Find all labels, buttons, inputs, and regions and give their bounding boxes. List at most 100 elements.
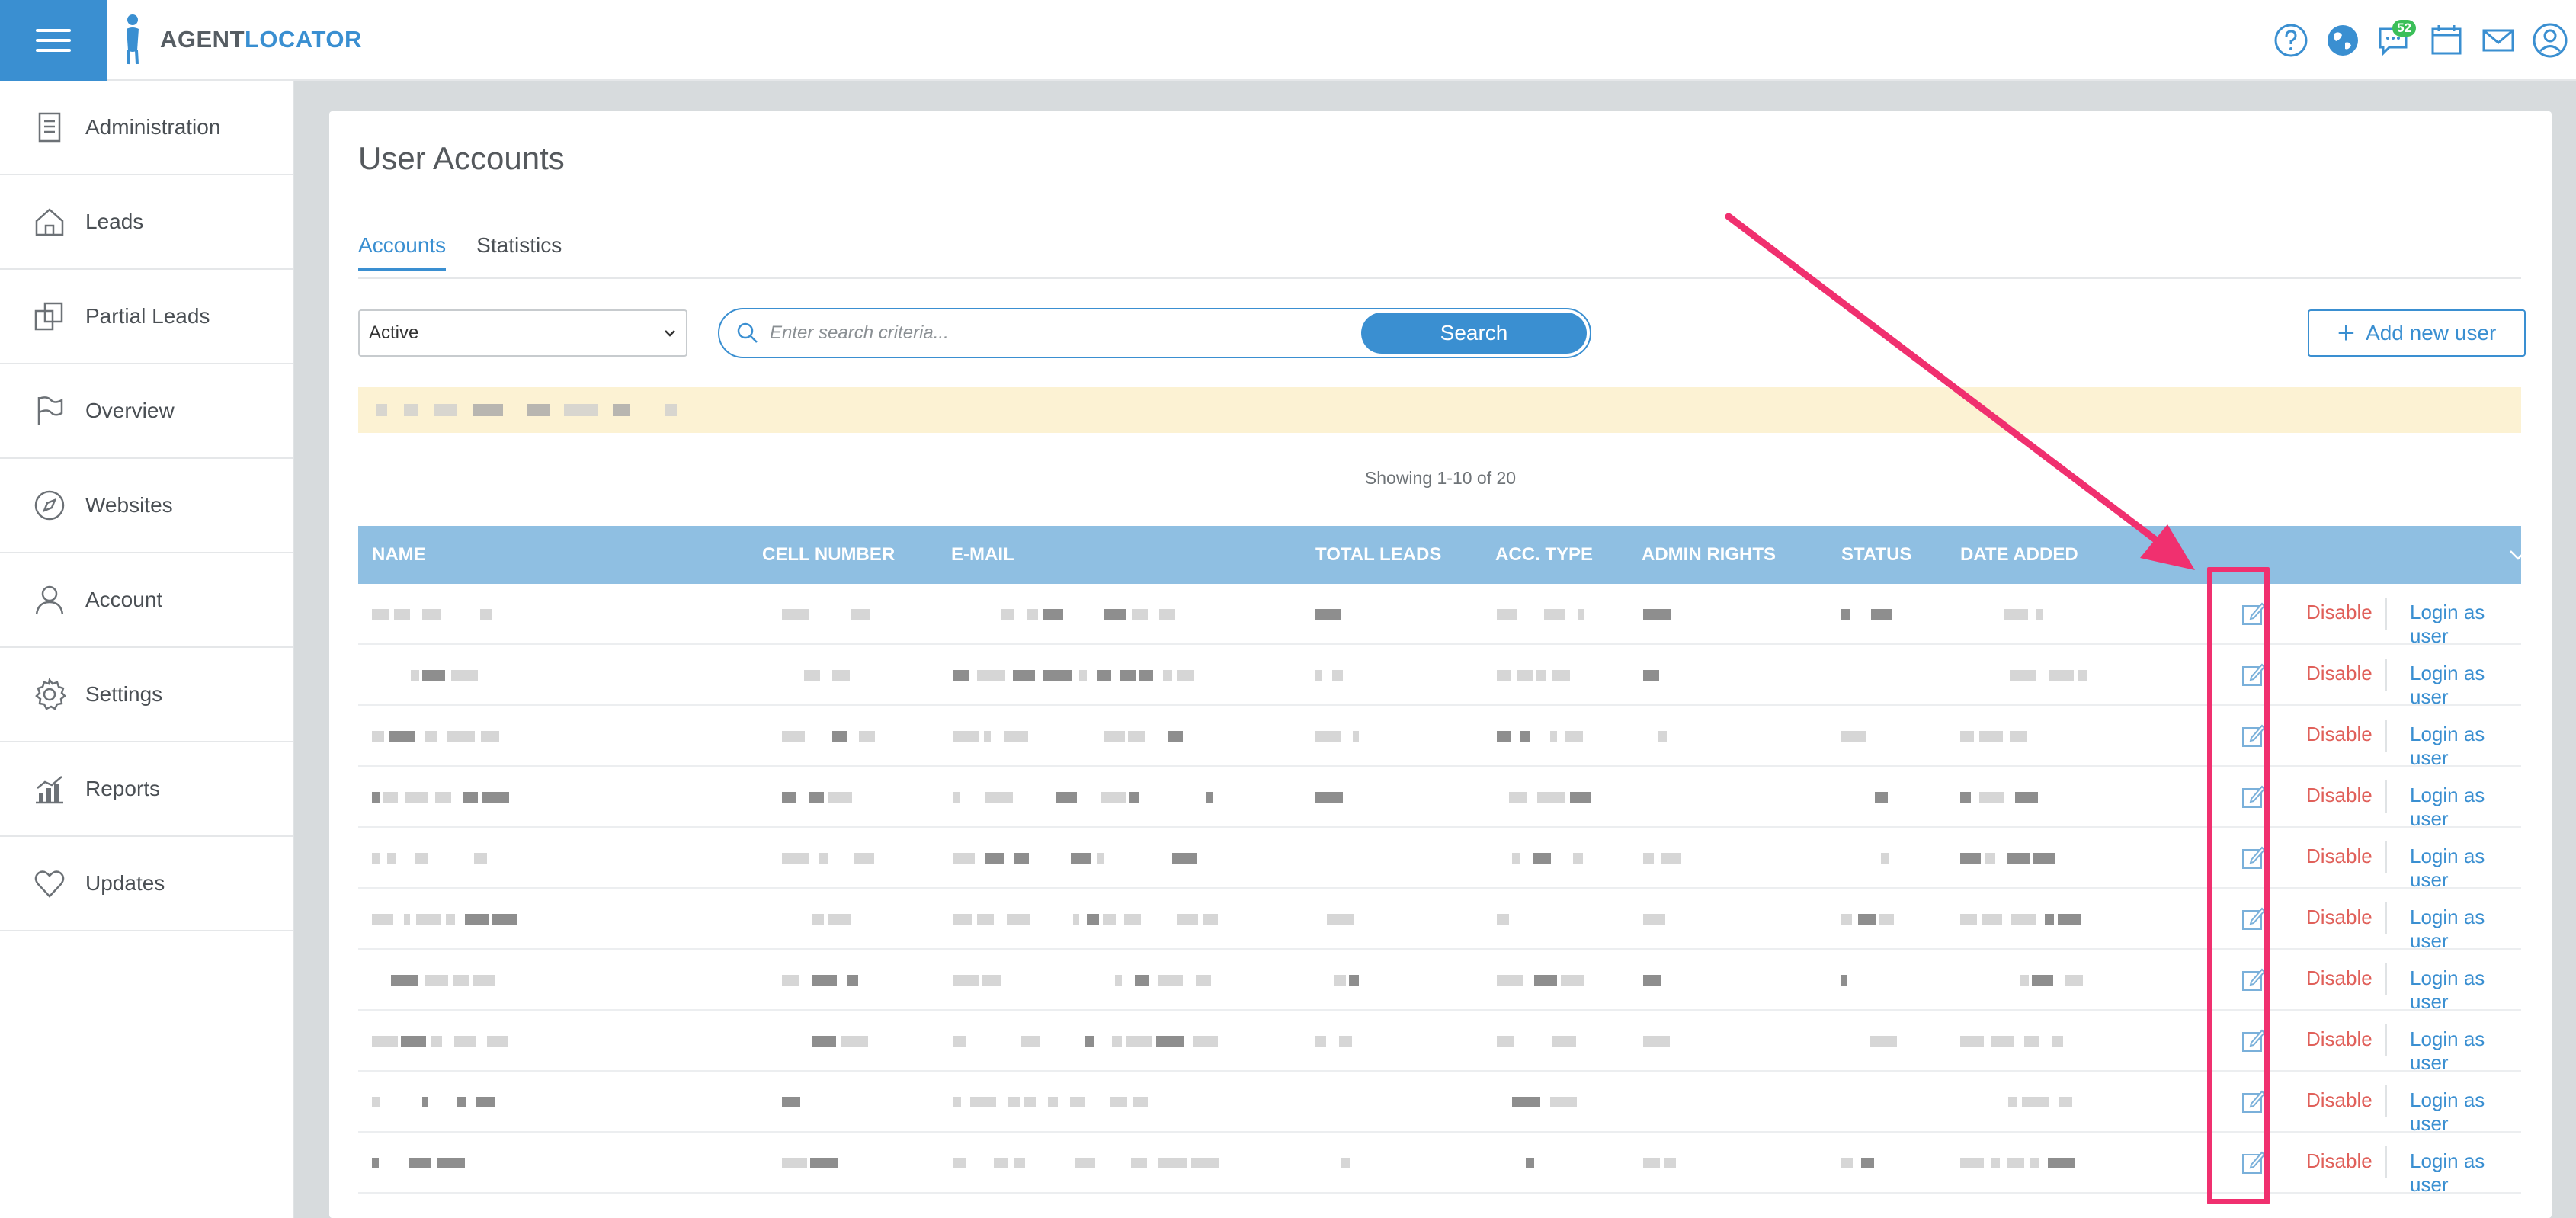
- disable-user-link[interactable]: Disable: [2306, 784, 2373, 807]
- column-header-cell-number[interactable]: CELL NUMBER: [762, 526, 895, 584]
- column-header-total-leads[interactable]: TOTAL LEADS: [1315, 526, 1441, 584]
- edit-icon[interactable]: [2241, 1027, 2267, 1053]
- sidebar-item-partial-leads[interactable]: Partial Leads: [0, 270, 293, 364]
- disable-user-link[interactable]: Disable: [2306, 1149, 2373, 1173]
- edit-icon[interactable]: [2241, 662, 2267, 688]
- login-as-user-link[interactable]: Login as user: [2410, 966, 2521, 1014]
- edit-icon[interactable]: [2241, 723, 2267, 748]
- redacted-cell-text: [1861, 1158, 1874, 1168]
- sidebar-item-settings[interactable]: Settings: [0, 648, 293, 742]
- sidebar-item-leads[interactable]: Leads: [0, 175, 293, 270]
- table-row: Disable Login as user: [358, 584, 2521, 648]
- redacted-cell-text: [1085, 1036, 1094, 1047]
- sidebar-item-overview[interactable]: Overview: [0, 364, 293, 459]
- redacted-text: [376, 404, 387, 416]
- redacted-cell-text: [1043, 609, 1063, 620]
- edit-icon[interactable]: [2241, 845, 2267, 870]
- edit-icon[interactable]: [2241, 966, 2267, 992]
- column-header-email[interactable]: E-MAIL: [951, 526, 1014, 584]
- disable-user-link[interactable]: Disable: [2306, 723, 2373, 746]
- edit-icon[interactable]: [2241, 601, 2267, 627]
- login-as-user-link[interactable]: Login as user: [2410, 723, 2521, 770]
- login-as-user-link[interactable]: Login as user: [2410, 601, 2521, 648]
- redacted-cell-text: [1643, 914, 1665, 925]
- redacted-cell-text: [1112, 1036, 1122, 1047]
- redacted-cell-text: [953, 792, 960, 803]
- disable-user-link[interactable]: Disable: [2306, 601, 2373, 624]
- redacted-cell-text: [1533, 853, 1551, 864]
- login-as-user-link[interactable]: Login as user: [2410, 784, 2521, 831]
- user-profile-icon[interactable]: [2524, 17, 2576, 64]
- disable-user-link[interactable]: Disable: [2306, 966, 2373, 990]
- top-bar: AGENTLOCATOR 52: [0, 0, 2576, 81]
- login-as-user-link[interactable]: Login as user: [2410, 1027, 2521, 1075]
- sidebar-item-administration[interactable]: Administration: [0, 81, 293, 175]
- sidebar-item-label: Settings: [85, 682, 163, 706]
- disable-user-link[interactable]: Disable: [2306, 845, 2373, 868]
- redacted-cell-text: [1875, 792, 1888, 803]
- login-as-user-link[interactable]: Login as user: [2410, 1088, 2521, 1136]
- redacted-text: [473, 404, 503, 416]
- mail-icon[interactable]: [2472, 17, 2524, 64]
- redacted-cell-text: [447, 731, 475, 742]
- redacted-cell-text: [435, 792, 451, 803]
- sidebar-item-account[interactable]: Account: [0, 553, 293, 648]
- column-header-date-added[interactable]: DATE ADDED: [1960, 526, 2078, 584]
- add-new-user-button[interactable]: + Add new user: [2308, 309, 2526, 357]
- column-header-admin-rights[interactable]: ADMIN RIGHTS: [1642, 526, 1776, 584]
- hamburger-menu-button[interactable]: [0, 0, 107, 81]
- login-as-user-link[interactable]: Login as user: [2410, 845, 2521, 892]
- chat-icon[interactable]: 52: [2369, 17, 2421, 64]
- sidebar-item-websites[interactable]: Websites: [0, 459, 293, 553]
- redacted-cell-text: [1327, 914, 1354, 925]
- tab-statistics[interactable]: Statistics: [476, 233, 562, 271]
- redacted-cell-text: [473, 975, 495, 986]
- disable-user-link[interactable]: Disable: [2306, 662, 2373, 685]
- search-button[interactable]: Search: [1361, 313, 1587, 354]
- redacted-cell-text: [415, 853, 428, 864]
- sidebar-item-updates[interactable]: Updates: [0, 837, 293, 931]
- login-as-user-link[interactable]: Login as user: [2410, 1149, 2521, 1197]
- redacted-text: [527, 404, 550, 416]
- redacted-cell-text: [1870, 1036, 1897, 1047]
- redacted-cell-text: [1643, 853, 1654, 864]
- column-header-name[interactable]: NAME: [372, 526, 426, 584]
- redacted-text: [564, 404, 598, 416]
- column-header-status[interactable]: STATUS: [1841, 526, 1911, 584]
- edit-icon[interactable]: [2241, 784, 2267, 809]
- app-logo[interactable]: AGENTLOCATOR: [120, 8, 362, 72]
- redacted-cell-text: [1128, 731, 1145, 742]
- redacted-cell-text: [970, 1097, 996, 1107]
- status-filter-select[interactable]: Active: [358, 309, 687, 357]
- redacted-cell-text: [2007, 853, 2030, 864]
- login-as-user-link[interactable]: Login as user: [2410, 662, 2521, 709]
- redacted-cell-text: [465, 914, 489, 925]
- edit-icon[interactable]: [2241, 1088, 2267, 1114]
- edit-icon[interactable]: [2241, 905, 2267, 931]
- search-input[interactable]: [770, 322, 1349, 344]
- disable-user-link[interactable]: Disable: [2306, 1027, 2373, 1051]
- calendar-icon[interactable]: [2421, 17, 2472, 64]
- redacted-cell-text: [1163, 670, 1172, 681]
- help-icon[interactable]: [2265, 17, 2317, 64]
- redacted-cell-text: [1517, 670, 1533, 681]
- header-icons: 52: [2265, 17, 2576, 64]
- redacted-cell-text: [1643, 1036, 1670, 1047]
- disable-user-link[interactable]: Disable: [2306, 905, 2373, 929]
- redacted-cell-text: [1520, 731, 1530, 742]
- column-header-acc-type[interactable]: ACC. TYPE: [1495, 526, 1593, 584]
- login-as-user-link[interactable]: Login as user: [2410, 905, 2521, 953]
- sort-chevron-down-icon[interactable]: [2506, 543, 2530, 567]
- redacted-cell-text: [1021, 1036, 1040, 1047]
- disable-user-link[interactable]: Disable: [2306, 1088, 2373, 1112]
- redacted-cell-text: [1087, 914, 1099, 925]
- table-row: Disable Login as user: [358, 889, 2521, 953]
- edit-icon[interactable]: [2241, 1149, 2267, 1175]
- redacted-cell-text: [1139, 670, 1153, 681]
- redacted-cell-text: [372, 792, 380, 803]
- redacted-cell-text: [847, 975, 858, 986]
- tab-accounts[interactable]: Accounts: [358, 233, 447, 271]
- redacted-cell-text: [841, 1036, 868, 1047]
- globe-icon[interactable]: [2317, 17, 2369, 64]
- sidebar-item-reports[interactable]: Reports: [0, 742, 293, 837]
